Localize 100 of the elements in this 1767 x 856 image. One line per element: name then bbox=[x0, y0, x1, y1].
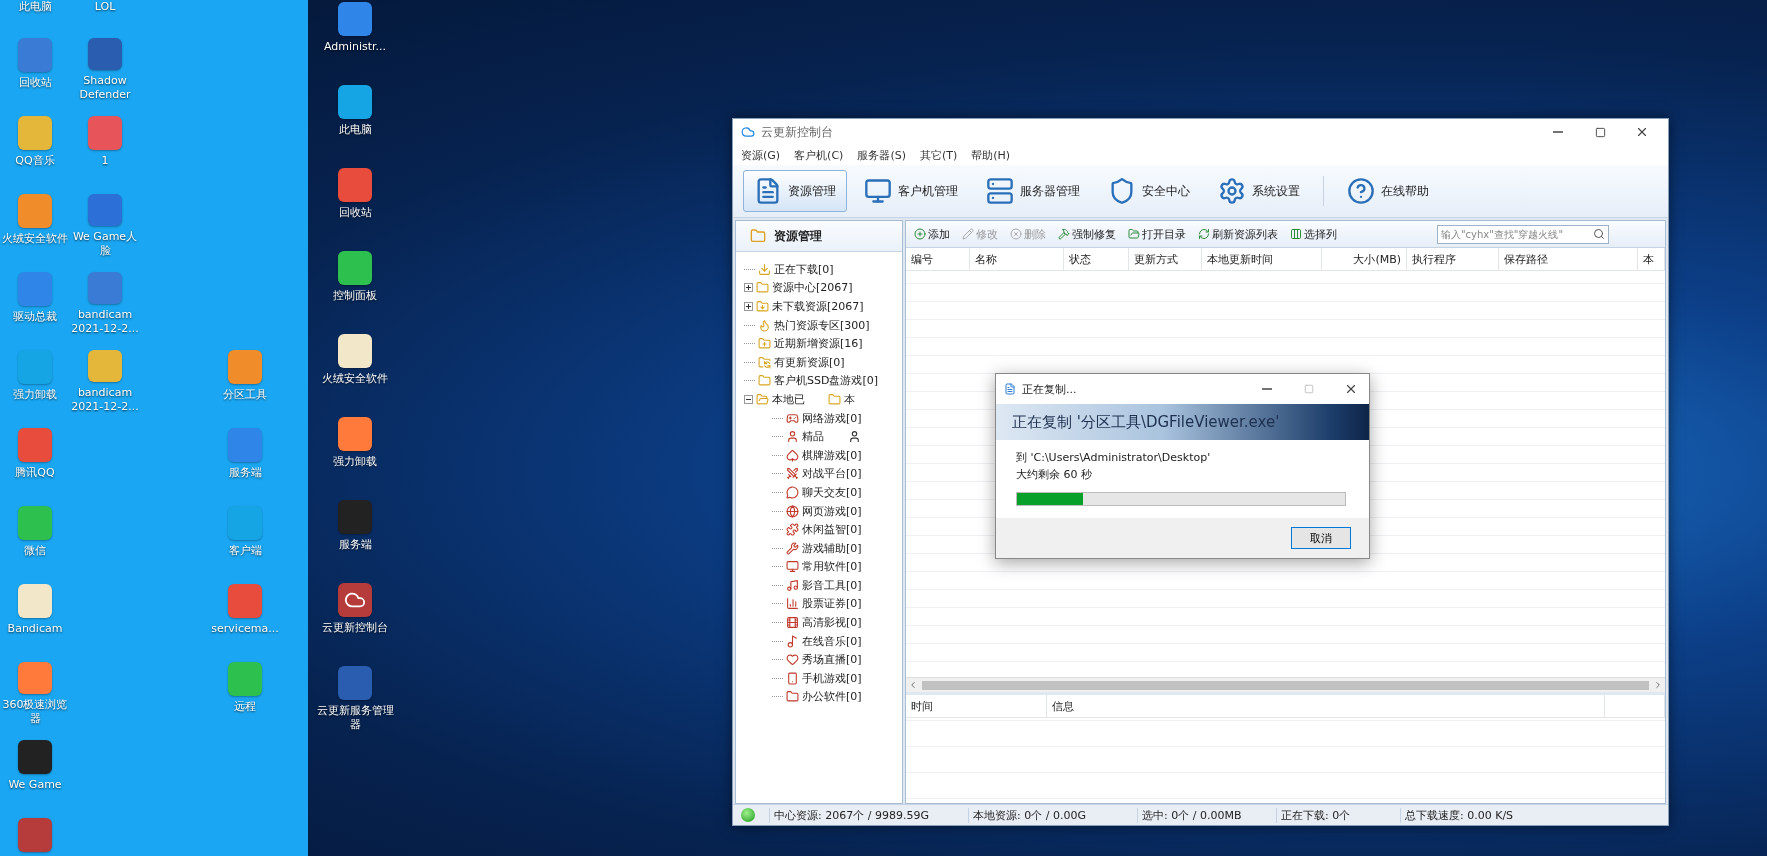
toolbar-tab[interactable]: 服务器管理 bbox=[975, 170, 1091, 212]
tree-item-icon bbox=[756, 300, 769, 313]
cancel-button[interactable]: 取消 bbox=[1291, 527, 1351, 549]
toolbar-button[interactable]: 打开目录 bbox=[1126, 226, 1188, 242]
app-logo-icon bbox=[741, 125, 755, 139]
collapse-toggle[interactable] bbox=[744, 394, 753, 404]
close-icon bbox=[1344, 382, 1358, 396]
column-header[interactable]: 本地更新时间 bbox=[1202, 248, 1322, 270]
column-header[interactable]: 信息 bbox=[1047, 695, 1605, 717]
tree-item[interactable]: 手机游戏[0] bbox=[802, 670, 862, 686]
desktop-icon-label[interactable]: 服务端 bbox=[338, 538, 372, 552]
copy-icon bbox=[1004, 383, 1016, 395]
menu-item[interactable]: 其它(T) bbox=[917, 147, 960, 163]
toolbar-button[interactable]: 刷新资源列表 bbox=[1196, 226, 1280, 242]
column-header[interactable]: 时间 bbox=[906, 695, 1047, 717]
tree-item[interactable]: 有更新资源[0] bbox=[774, 354, 845, 370]
tree-item[interactable]: 对战平台[0] bbox=[802, 466, 862, 482]
column-header[interactable]: 本 bbox=[1638, 248, 1665, 270]
tree-item[interactable]: 高清影视[0] bbox=[802, 615, 862, 631]
tree-item[interactable]: 休闲益智[0] bbox=[802, 522, 862, 538]
toolbar-button[interactable]: 添加 bbox=[912, 226, 952, 242]
tree-item[interactable]: 股票证券[0] bbox=[802, 596, 862, 612]
desktop-icon-label[interactable]: 强力卸载 bbox=[333, 455, 377, 469]
column-header[interactable]: 编号 bbox=[906, 248, 970, 270]
search-icon bbox=[1593, 228, 1605, 240]
desktop-icon-label[interactable]: Administr... bbox=[323, 40, 387, 54]
maximize-icon bbox=[1594, 126, 1606, 138]
scroll-right-icon[interactable] bbox=[1653, 680, 1663, 690]
desktop-icon-label[interactable]: 云更新服务管理器 bbox=[316, 704, 394, 732]
tree-item[interactable]: 客户机SSD盘游戏[0] bbox=[774, 373, 879, 389]
column-header[interactable]: 保存路径 bbox=[1499, 248, 1638, 270]
tree-item[interactable]: 正在下载[0] bbox=[774, 261, 834, 277]
tree-item-icon bbox=[786, 690, 799, 704]
tree-item[interactable]: 棋牌游戏[0] bbox=[802, 447, 862, 463]
desktop-app-icon[interactable] bbox=[338, 334, 372, 368]
status-text: 选中: 0个 / 0.00MB bbox=[1137, 807, 1276, 823]
drag-ghost-label: 本 bbox=[844, 391, 855, 407]
tree-item[interactable]: 近期新增资源[16] bbox=[774, 336, 863, 352]
menu-item[interactable]: 资源(G) bbox=[739, 147, 783, 163]
menu-item[interactable]: 服务器(S) bbox=[855, 147, 908, 163]
column-header[interactable]: 名称 bbox=[970, 248, 1064, 270]
destination-text: 到 'C:\Users\Administrator\Desktop' bbox=[1016, 450, 1212, 465]
scroll-left-icon[interactable] bbox=[908, 680, 918, 690]
horizontal-scrollbar[interactable] bbox=[906, 677, 1665, 692]
tree-item[interactable]: 网页游戏[0] bbox=[802, 503, 862, 519]
tree-item[interactable]: 本地已 bbox=[772, 391, 805, 407]
sidebar-title: 资源管理 bbox=[774, 227, 822, 245]
toolbar-tab[interactable]: 系统设置 bbox=[1207, 170, 1311, 212]
desktop-icon-label[interactable]: 火绒安全软件 bbox=[322, 372, 388, 386]
tree-item[interactable]: 资源中心[2067] bbox=[772, 280, 853, 296]
expand-toggle[interactable] bbox=[744, 302, 753, 311]
action-icon bbox=[1128, 228, 1140, 240]
toolbar-tab[interactable]: 资源管理 bbox=[743, 170, 847, 212]
tree-item-icon bbox=[786, 504, 799, 518]
desktop-icon-label[interactable]: 回收站 bbox=[338, 206, 372, 220]
tree-item[interactable]: 聊天交友[0] bbox=[802, 484, 862, 500]
tree-item[interactable]: 秀场直播[0] bbox=[802, 652, 862, 668]
tree-item[interactable]: 在线音乐[0] bbox=[802, 633, 862, 649]
search-field[interactable]: 输入"cyhx"查找"穿越火线" bbox=[1437, 224, 1609, 244]
desktop-app-icon[interactable] bbox=[338, 583, 372, 617]
tree-item-icon bbox=[756, 392, 769, 406]
column-header[interactable]: 大小(MB) bbox=[1322, 248, 1407, 270]
desktop-icon-label[interactable]: 控制面板 bbox=[333, 289, 377, 303]
column-header[interactable]: 更新方式 bbox=[1129, 248, 1202, 270]
tree-item-icon bbox=[758, 355, 771, 369]
desktop-icon-label[interactable]: 云更新控制台 bbox=[322, 621, 388, 635]
dialog-heading: 正在复制 '分区工具\DGFileViewer.exe' bbox=[1012, 412, 1280, 432]
tree-item[interactable]: 热门资源专区[300] bbox=[774, 317, 870, 333]
action-icon bbox=[1010, 228, 1022, 240]
tree-item[interactable]: 影音工具[0] bbox=[802, 577, 862, 593]
toolbar-button[interactable]: 强制修复 bbox=[1056, 226, 1118, 242]
desktop-icon-label[interactable]: 此电脑 bbox=[338, 123, 372, 137]
column-header[interactable]: 执行程序 bbox=[1407, 248, 1499, 270]
menu-item[interactable]: 客户机(C) bbox=[792, 147, 846, 163]
toolbar-tab[interactable]: 客户机管理 bbox=[853, 170, 969, 212]
tree-item-icon bbox=[786, 653, 799, 667]
tree-item[interactable]: 常用软件[0] bbox=[802, 559, 862, 575]
action-icon bbox=[962, 228, 974, 240]
toolbar-tab[interactable]: 安全中心 bbox=[1097, 170, 1201, 212]
tree-item[interactable]: 游戏辅助[0] bbox=[802, 540, 862, 556]
tree-item-icon bbox=[786, 523, 799, 537]
folder-icon bbox=[750, 228, 766, 244]
person-icon bbox=[848, 429, 861, 443]
tree-item-icon bbox=[786, 634, 799, 648]
tree-item[interactable]: 精品 bbox=[802, 429, 824, 445]
tree-item[interactable]: 办公软件[0] bbox=[802, 689, 862, 705]
tree-item-icon bbox=[786, 430, 799, 444]
maximize-icon bbox=[1304, 384, 1314, 394]
tree-item[interactable]: 网络游戏[0] bbox=[802, 410, 862, 426]
tree-item[interactable]: 未下载资源[2067] bbox=[772, 299, 864, 314]
tree-item-icon bbox=[758, 262, 771, 276]
column-header[interactable]: 状态 bbox=[1064, 248, 1129, 270]
toolbar-button[interactable]: 选择列 bbox=[1288, 226, 1339, 242]
tree-item-icon bbox=[786, 467, 799, 481]
toolbar-tab[interactable]: 在线帮助 bbox=[1336, 170, 1440, 212]
time-remaining: 大约剩余 60 秒 bbox=[1016, 467, 1093, 482]
minimize-icon bbox=[1262, 388, 1272, 390]
expand-toggle[interactable] bbox=[744, 283, 753, 293]
menu-item[interactable]: 帮助(H) bbox=[969, 147, 1013, 163]
action-icon bbox=[1198, 228, 1210, 240]
